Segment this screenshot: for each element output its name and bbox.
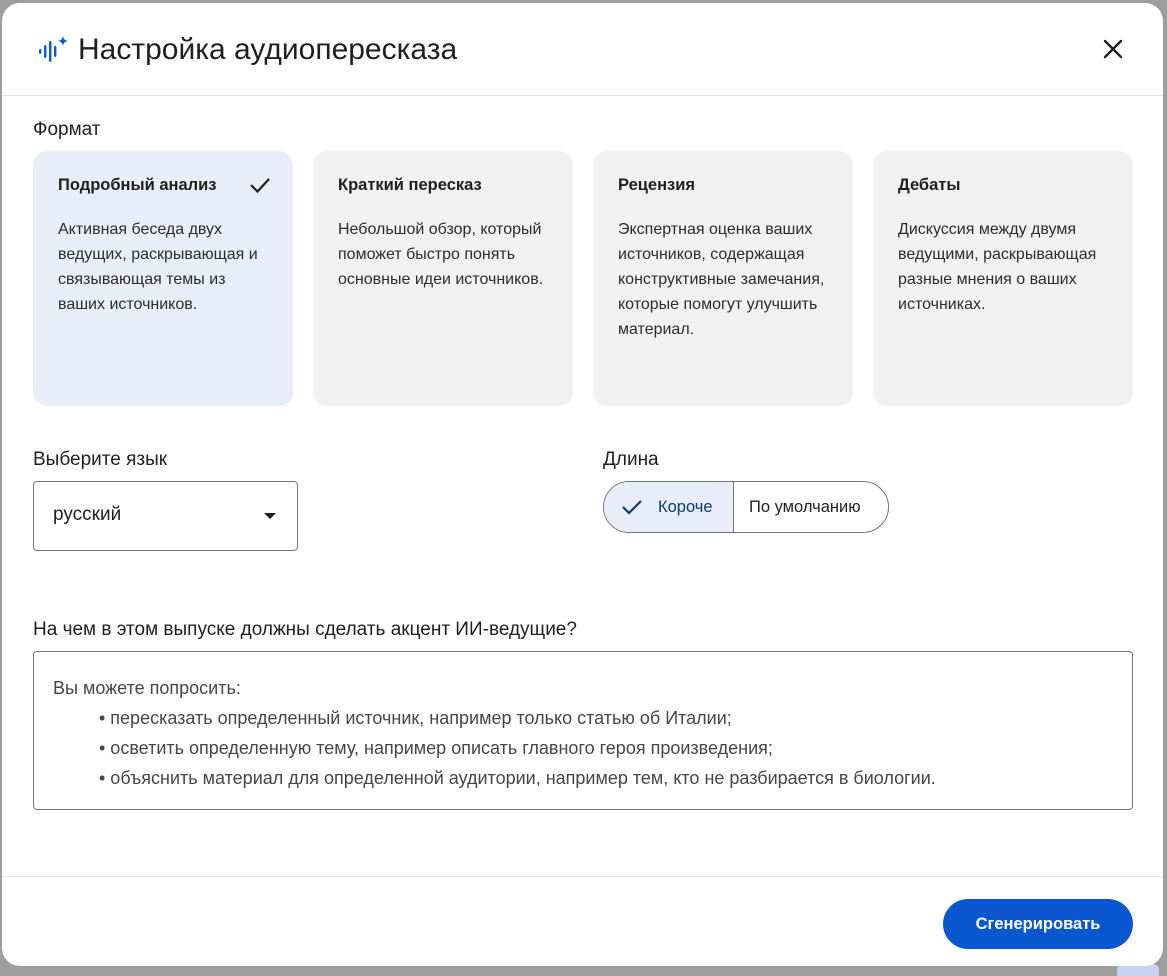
- language-select[interactable]: русский: [33, 481, 298, 551]
- format-card-critique[interactable]: Рецензия Экспертная оценка ваших источни…: [593, 151, 853, 406]
- check-icon: [622, 500, 642, 515]
- language-label: Выберите язык: [33, 449, 168, 470]
- placeholder-item: • объяснить материал для определенной ау…: [99, 768, 936, 788]
- placeholder-item: • осветить определенную тему, например о…: [99, 738, 773, 758]
- length-option-label: По умолчанию: [749, 497, 861, 516]
- dialog-footer: Сгенерировать: [2, 876, 1163, 966]
- format-card-description: Экспертная оценка ваших источников, соде…: [618, 221, 825, 338]
- format-label: Формат: [33, 119, 101, 140]
- format-card-title: Подробный анализ: [58, 173, 270, 197]
- language-select-value: русский: [53, 504, 122, 525]
- format-card-description: Небольшой обзор, который поможет быстро …: [338, 221, 544, 288]
- format-card-deep-dive[interactable]: Подробный анализ Активная беседа двух ве…: [33, 151, 293, 406]
- close-button[interactable]: [1097, 33, 1129, 65]
- format-card-brief[interactable]: Краткий пересказ Небольшой обзор, которы…: [313, 151, 573, 406]
- close-icon: [1103, 39, 1123, 59]
- placeholder-item: • пересказать определенный источник, нап…: [99, 708, 732, 728]
- focus-label: На чем в этом выпуске должны сделать акц…: [33, 619, 577, 640]
- format-card-debate[interactable]: Дебаты Дискуссия между двумя ведущими, р…: [873, 151, 1133, 406]
- length-toggle-group: Короче По умолчанию: [603, 481, 889, 533]
- audio-spark-icon: [39, 36, 68, 62]
- focus-textarea[interactable]: Вы можете попросить: • пересказать опред…: [33, 651, 1133, 810]
- length-option-shorter[interactable]: Короче: [604, 482, 734, 532]
- length-label: Длина: [603, 449, 659, 470]
- format-card-title: Рецензия: [618, 176, 696, 194]
- length-option-default[interactable]: По умолчанию: [734, 482, 888, 532]
- format-card-description: Дискуссия между двумя ведущими, раскрыва…: [898, 221, 1097, 313]
- check-icon: [250, 178, 270, 194]
- audio-overview-dialog: Настройка аудиопересказа Формат Подробны…: [2, 3, 1163, 966]
- generate-button[interactable]: Сгенерировать: [943, 899, 1133, 949]
- dialog-title: Настройка аудиопересказа: [78, 33, 458, 66]
- dialog-header: Настройка аудиопересказа: [2, 3, 1163, 96]
- length-option-label: Короче: [658, 497, 713, 516]
- format-card-title: Дебаты: [898, 176, 961, 194]
- dropdown-arrow-icon: [264, 513, 276, 519]
- format-card-description: Активная беседа двух ведущих, раскрывающ…: [58, 221, 258, 313]
- focus-placeholder: Вы можете попросить: • пересказать опред…: [53, 673, 936, 793]
- placeholder-intro: Вы можете попросить:: [53, 678, 241, 698]
- format-card-title: Краткий пересказ: [338, 176, 482, 194]
